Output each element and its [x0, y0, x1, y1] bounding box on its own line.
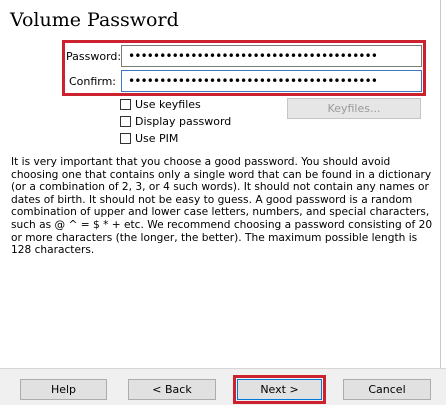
next-button[interactable]: Next > — [237, 379, 322, 400]
cancel-button[interactable]: Cancel — [343, 379, 431, 400]
display-password-label: Display password — [135, 115, 232, 128]
help-button[interactable]: Help — [20, 379, 107, 400]
page-title: Volume Password — [10, 9, 179, 31]
checkbox-box[interactable] — [120, 133, 131, 144]
keyfiles-button[interactable]: Keyfiles... — [287, 98, 421, 119]
confirm-label: Confirm: — [68, 75, 116, 88]
back-button[interactable]: < Back — [128, 379, 216, 400]
confirm-password-input[interactable]: •••••••••••••••••••••••••••••••••••••••• — [121, 70, 422, 92]
password-label: Password: — [66, 50, 122, 63]
display-password-checkbox[interactable]: Display password — [120, 115, 231, 128]
use-keyfiles-label: Use keyfiles — [135, 98, 201, 111]
password-guidance-text: It is very important that you choose a g… — [11, 156, 433, 257]
use-pim-label: Use PIM — [135, 132, 179, 145]
password-input[interactable]: •••••••••••••••••••••••••••••••••••••••• — [121, 45, 422, 67]
checkbox-box[interactable] — [120, 116, 131, 127]
use-keyfiles-checkbox[interactable]: Use keyfiles — [120, 98, 201, 111]
checkbox-box[interactable] — [120, 99, 131, 110]
window-right-edge — [440, 0, 441, 405]
use-pim-checkbox[interactable]: Use PIM — [120, 132, 178, 145]
